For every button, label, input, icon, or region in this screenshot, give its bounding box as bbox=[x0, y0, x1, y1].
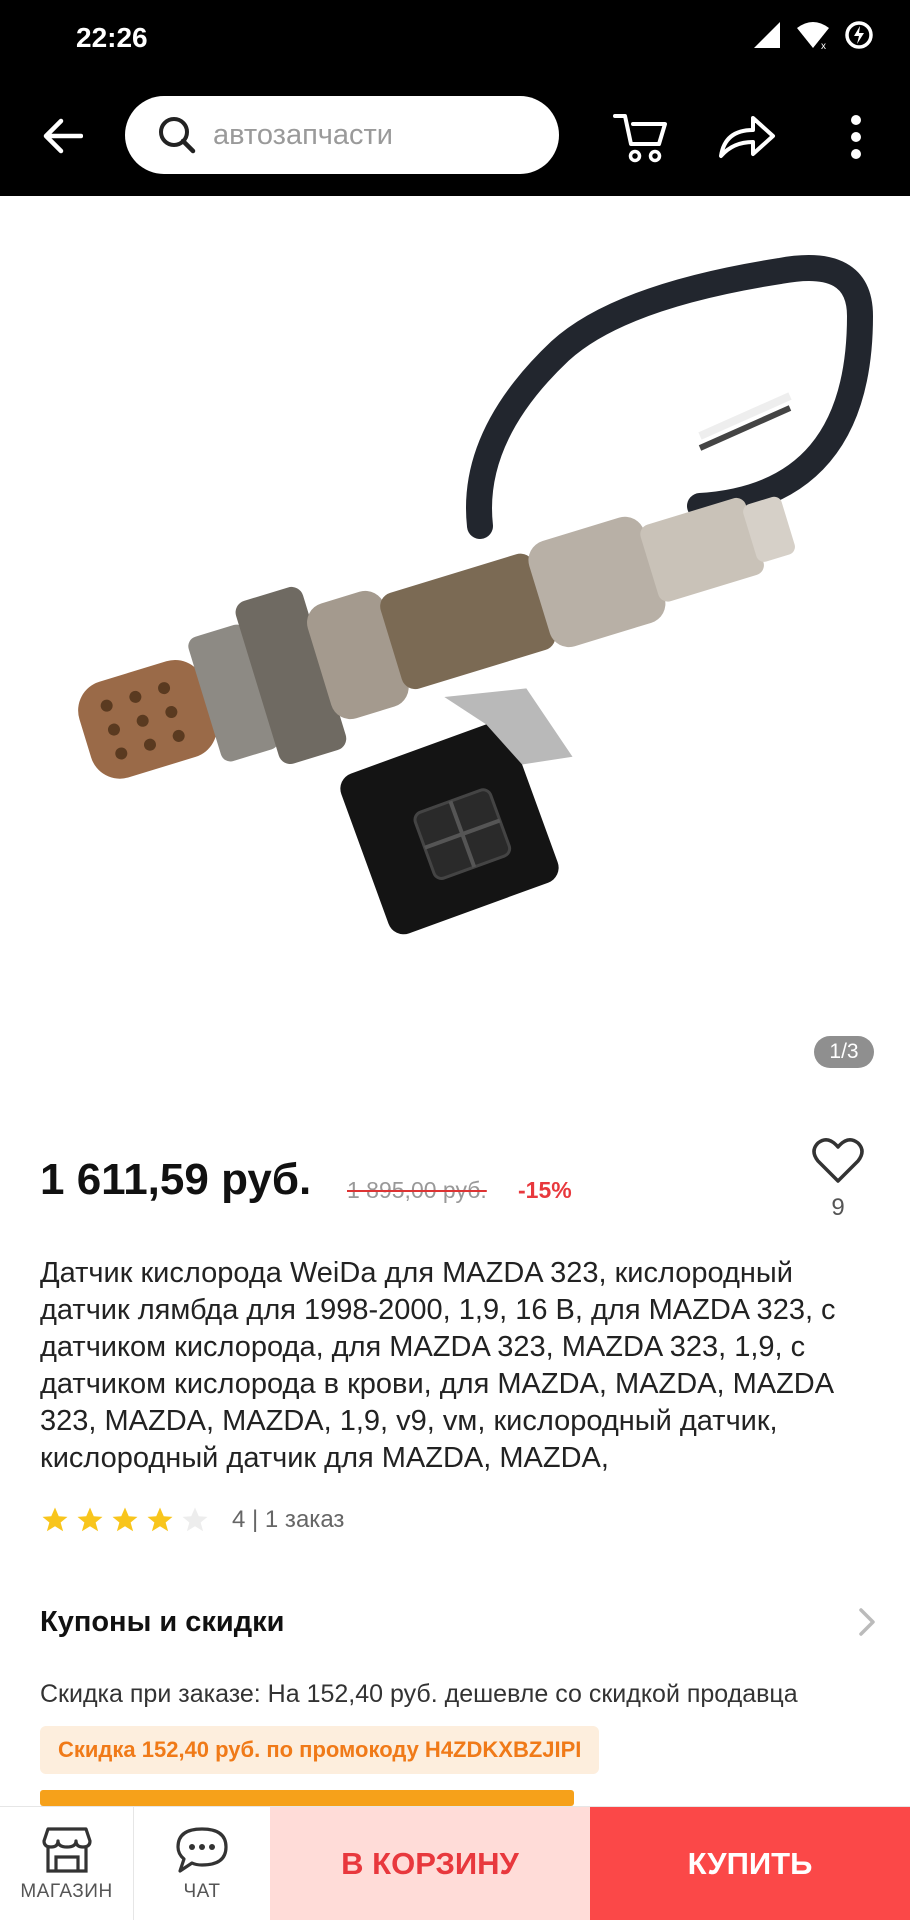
bottom-action-bar: МАГАЗИН ЧАТ В КОРЗИНУ КУПИТЬ bbox=[0, 1806, 910, 1920]
rating-row[interactable]: 4 | 1 заказ bbox=[40, 1500, 344, 1540]
wifi-icon: x bbox=[797, 22, 829, 50]
product-image-gallery[interactable]: 1/3 bbox=[0, 196, 910, 1101]
star-filled-icon bbox=[112, 1507, 138, 1532]
status-time: 22:26 bbox=[76, 22, 148, 53]
cart-icon bbox=[613, 114, 667, 163]
add-to-cart-button[interactable]: В КОРЗИНУ bbox=[270, 1807, 590, 1920]
coupons-section-header[interactable]: Купоны и скидки bbox=[40, 1602, 876, 1642]
current-price: 1 611,59 руб. bbox=[40, 1155, 312, 1204]
back-button[interactable] bbox=[38, 108, 88, 164]
share-button[interactable] bbox=[716, 106, 778, 168]
heart-icon bbox=[812, 1138, 864, 1183]
old-price: 1 895,00 руб. bbox=[347, 1177, 487, 1203]
more-menu-button[interactable] bbox=[826, 106, 886, 168]
chevron-right-icon bbox=[859, 1608, 875, 1636]
cart-button[interactable] bbox=[610, 106, 672, 168]
star-filled-icon bbox=[147, 1507, 173, 1532]
status-bar: 22:26 x bbox=[0, 0, 910, 78]
image-counter: 1/3 bbox=[814, 1036, 874, 1068]
top-toolbar: автозапчасти bbox=[0, 78, 910, 196]
chat-label: ЧАТ bbox=[183, 1881, 221, 1902]
favorite-button[interactable]: 9 bbox=[808, 1137, 868, 1237]
coupons-title: Купоны и скидки bbox=[40, 1605, 285, 1638]
product-photo bbox=[78, 255, 874, 935]
signal-icon bbox=[754, 22, 780, 48]
chat-icon bbox=[176, 1827, 228, 1873]
seller-discount-text: Скидка при заказе: На 152,40 руб. дешевл… bbox=[40, 1680, 798, 1708]
rating-stars bbox=[40, 1505, 210, 1535]
star-filled-icon bbox=[77, 1507, 103, 1532]
status-icons: x bbox=[752, 20, 874, 50]
share-icon bbox=[719, 116, 775, 158]
battery-charging-icon bbox=[845, 21, 873, 49]
product-title: Датчик кислорода WeiDa для MAZDA 323, ки… bbox=[40, 1257, 836, 1474]
buy-now-button[interactable]: КУПИТЬ bbox=[590, 1807, 910, 1920]
arrow-left-icon bbox=[43, 118, 83, 154]
store-button[interactable]: МАГАЗИН bbox=[0, 1807, 134, 1920]
star-filled-icon bbox=[42, 1507, 68, 1532]
search-icon bbox=[159, 117, 196, 154]
price-row: 1 611,59 руб. 1 895,00 руб. -15% 9 bbox=[40, 1138, 870, 1225]
promo-code-chip[interactable]: Скидка 152,40 руб. по промокоду H4ZDKXBZ… bbox=[40, 1726, 600, 1774]
discount-percent: -15% bbox=[518, 1177, 572, 1203]
search-bar[interactable]: автозапчасти bbox=[125, 96, 559, 174]
svg-text:x: x bbox=[821, 41, 826, 50]
star-empty-icon bbox=[182, 1507, 208, 1532]
favorites-count: 9 bbox=[831, 1194, 845, 1221]
promo-banner-strip[interactable] bbox=[40, 1790, 574, 1806]
more-vertical-icon bbox=[851, 115, 861, 159]
rating-orders-text: 4 | 1 заказ bbox=[232, 1506, 345, 1533]
search-placeholder: автозапчасти bbox=[213, 118, 394, 151]
chat-button[interactable]: ЧАТ bbox=[134, 1807, 270, 1920]
store-icon bbox=[41, 1827, 92, 1873]
store-label: МАГАЗИН bbox=[20, 1881, 113, 1902]
